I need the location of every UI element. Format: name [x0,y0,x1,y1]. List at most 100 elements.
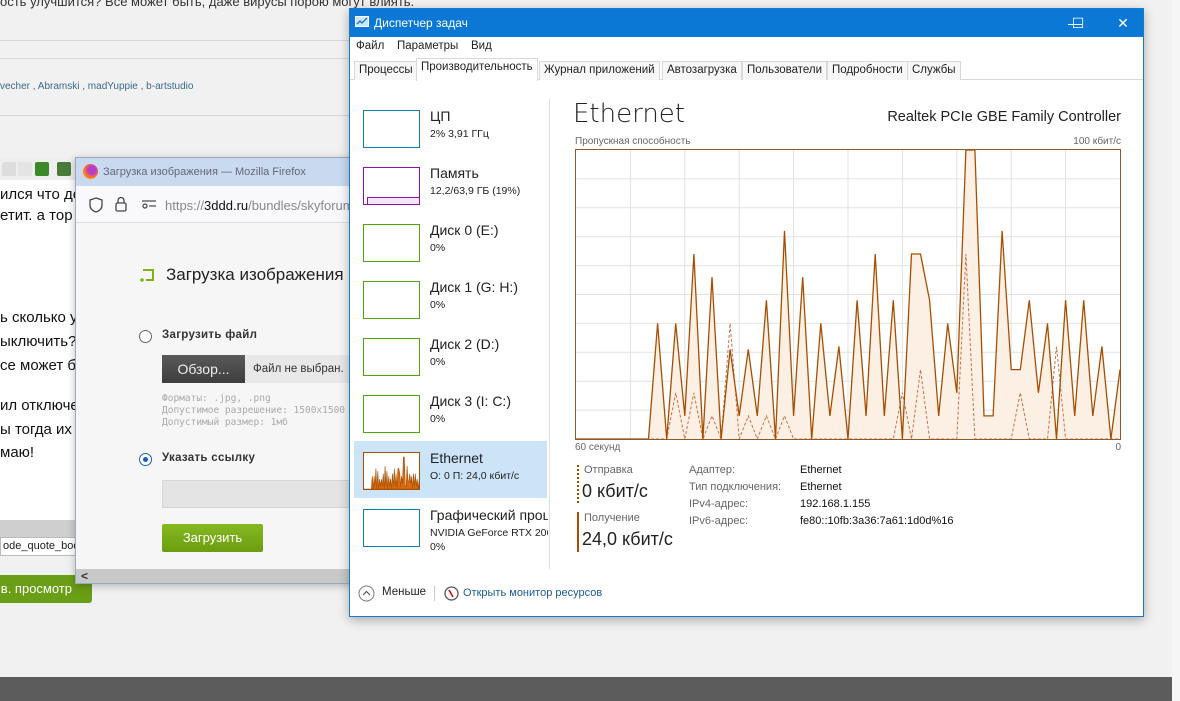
sidebar-item-title: Диск 0 (E:) [430,222,499,238]
send-legend-bar [577,465,579,503]
menu-view[interactable]: Вид [471,40,492,52]
horizontal-scrollbar[interactable]: < [76,569,354,583]
sidebar-item-title: Диск 2 (D:) [430,336,500,352]
memory-fill [367,197,419,204]
recv-label: Получение [584,512,640,524]
image-url-input[interactable] [162,480,354,508]
fewer-details-button[interactable]: Меньше [382,586,426,598]
open-resource-monitor-link[interactable]: Открыть монитор ресурсов [463,587,602,599]
url-text[interactable]: https://3ddd.ru/bundles/skyforum [165,198,354,213]
sidebar-item-4[interactable]: Диск 2 (D:) 0% [354,327,547,384]
sidebar-item-subtitle: 2% 3,91 ГГц [430,128,489,140]
sidebar-item-2[interactable]: Диск 0 (E:) 0% [354,213,547,270]
mini-graph [363,338,420,376]
sidebar-item-title: Графический процессор 0 [430,507,548,523]
sidebar-item-subtitle: 12,2/63,9 ГБ (19%) [430,185,521,197]
upload-submit-button[interactable]: Загрузить [162,524,263,552]
prop-label: IPv4-адрес: [689,498,749,510]
sidebar-item-6[interactable]: Ethernet О: 0 П: 24,0 кбит/с [354,441,547,498]
mini-graph [363,509,420,547]
editor-line: ил отключен [0,397,88,414]
thanks-users[interactable]: vecher , Abramski , madYuppie , b-artstu… [0,81,193,92]
size-hint: Допустимый размер: 1мб [162,417,288,428]
tab-startup[interactable]: Автозагрузка [662,61,742,80]
send-label: Отправка [584,464,633,476]
tab-processes[interactable]: Процессы [354,61,418,80]
tab-users[interactable]: Пользователи [742,61,828,80]
link-radio[interactable] [139,453,152,466]
prop-value: fe80::10fb:3a36:7a61:1d0d%16 [800,515,954,527]
throughput-chart [575,149,1121,440]
format-hint: Форматы: .jpg, .png [162,393,271,404]
pane-divider[interactable] [549,99,550,569]
maximize-button[interactable]: ☐ [1055,9,1101,37]
sidebar-item-title: ЦП [430,108,451,124]
prop-label: Тип подключения: [689,481,782,493]
window-title: Диспетчер задач [350,9,1143,37]
quote-code-field[interactable]: ode_quote_bod [0,537,80,556]
sidebar-item-5[interactable]: Диск 3 (I: C:) 0% [354,384,547,441]
file-name-display: Файл не выбран. [245,355,354,383]
tab-performance[interactable]: Производительность [416,58,538,81]
prop-label: IPv6-адрес: [689,515,749,527]
footer: Меньше Открыть монитор ресурсов [350,583,1143,605]
url-scheme: https:// [165,198,205,213]
editor-line: ь сколько у [0,309,78,326]
sidebar-item-subtitle: NVIDIA GeForce RTX 2060 [430,527,548,539]
page-scrollbar[interactable] [1172,0,1180,701]
chevron-up-circle-icon[interactable] [358,585,375,602]
tab-details[interactable]: Подробности [827,61,908,80]
post-editor[interactable] [0,180,80,520]
link-label: Указать ссылку [162,452,256,464]
permissions-icon[interactable] [141,199,157,209]
mini-graph [363,224,420,262]
sidebar-item-7[interactable]: Графический процессор 0 NVIDIA GeForce RT… [354,498,548,555]
window-title: Загрузка изображения — Mozilla Firefox [76,158,354,186]
mini-series [364,456,420,490]
video-icon[interactable] [57,162,71,176]
tab-bar: Процессы Производительность Журнал прило… [350,58,1143,81]
sidebar-item-subtitle: 0% [430,356,446,368]
send-value: 0 кбит/с [582,481,648,501]
recv-value: 24,0 кбит/с [582,529,673,549]
task-manager-window: Диспетчер задач — ☐ ✕ Файл Параметры Вид… [349,8,1144,617]
mini-graph [363,452,420,490]
menu-file[interactable]: Файл [356,40,384,52]
scroll-left-icon[interactable]: < [81,569,88,583]
unlink-icon[interactable] [18,162,32,176]
editor-line: се может б [0,357,77,374]
address-bar[interactable]: https://3ddd.ru/bundles/skyforum [76,186,354,223]
close-button[interactable]: ✕ [1100,9,1146,37]
shield-icon[interactable] [89,197,103,213]
sidebar-item-1[interactable]: Память 12,2/63,9 ГБ (19%) [354,156,547,213]
sidebar-item-0[interactable]: ЦП 2% 3,91 ГГц [354,99,547,156]
prop-label: Адаптер: [689,464,736,476]
mini-graph [363,110,420,148]
menu-options[interactable]: Параметры [397,40,458,52]
upload-file-label: Загрузить файл [162,329,258,341]
sidebar-item-title: Диск 3 (I: C:) [430,393,511,409]
browse-button[interactable]: Обзор... [162,355,245,383]
mini-graph [363,281,420,319]
image-icon[interactable] [35,162,49,176]
lock-icon[interactable] [115,196,127,212]
tab-services[interactable]: Службы [907,61,961,80]
sidebar-item-title: Диск 1 (G: H:) [430,279,518,295]
tab-app-history[interactable]: Журнал приложений [539,61,660,80]
chart-title: Пропускная способность [575,136,691,147]
sidebar-item-3[interactable]: Диск 1 (G: H:) 0% [354,270,547,327]
adapter-model: Realtek PCIe GBE Family Controller [887,109,1121,125]
title-text: Диспетчер задач [374,16,468,30]
sidebar-item-subtitle: 0% [430,242,446,254]
image-upload-icon [140,269,154,282]
prop-value: Ethernet [800,481,842,493]
resource-monitor-icon [444,586,459,601]
menu-bar: Файл Параметры Вид [350,37,1143,57]
ethernet-mini-chart [364,456,420,490]
editor-line: ился что де [0,186,82,203]
editor-line: ыключить?! [0,333,81,350]
upload-file-radio[interactable] [139,330,152,343]
toolbar-icon[interactable] [2,162,16,176]
performance-sidebar: ЦП 2% 3,91 ГГц Память 12,2/63,9 ГБ (19%) Дис… [350,81,550,581]
sidebar-item-title: Память [430,165,479,181]
